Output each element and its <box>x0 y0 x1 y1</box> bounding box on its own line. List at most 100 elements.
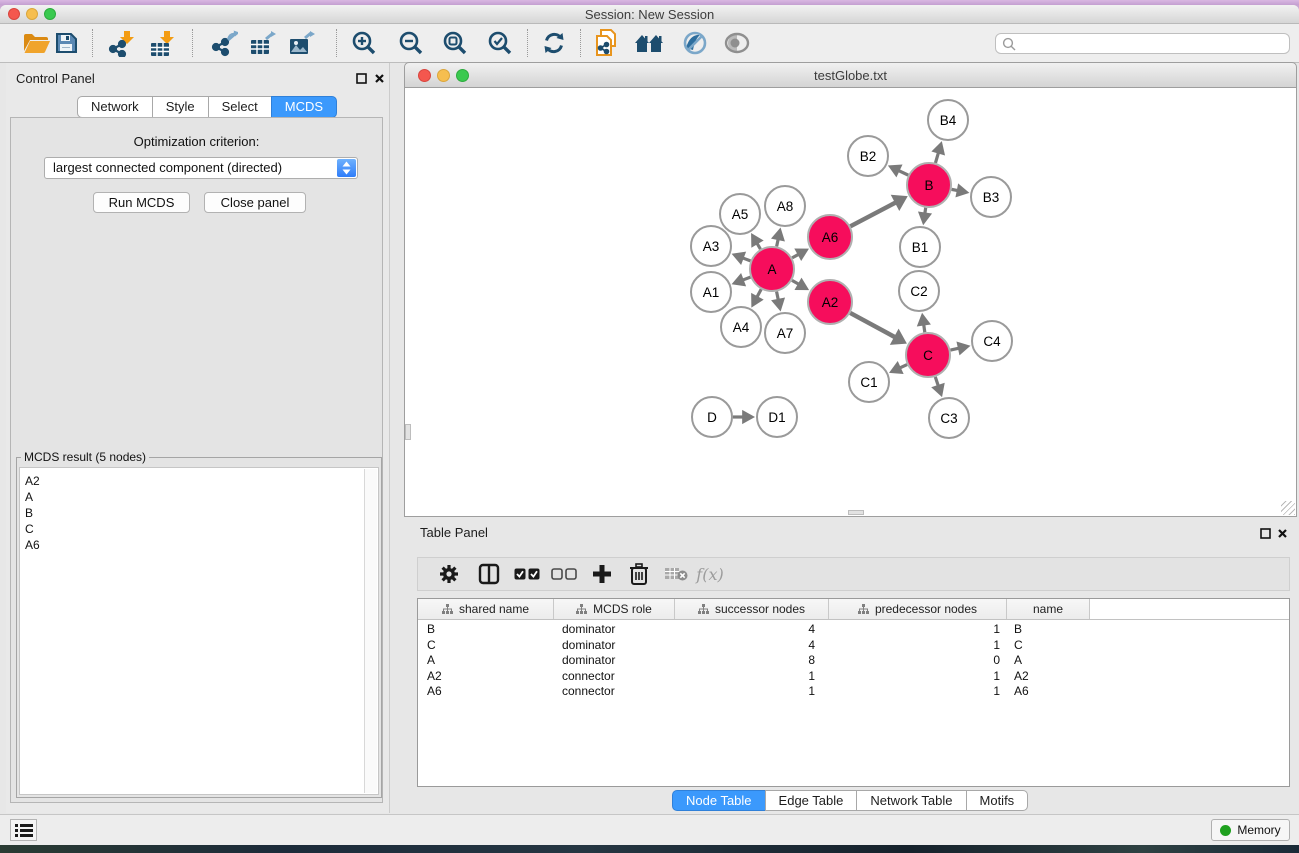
graph-node-C4[interactable]: C4 <box>972 321 1012 361</box>
graph-node-A5[interactable]: A5 <box>720 194 760 234</box>
zoom-in-button[interactable] <box>347 26 381 60</box>
search-input[interactable] <box>1020 35 1285 52</box>
minimize-window-button[interactable] <box>26 8 38 20</box>
table-cell[interactable]: 1 <box>829 622 1007 638</box>
tab-node-table[interactable]: Node Table <box>672 790 766 811</box>
import-table-button[interactable] <box>143 26 177 60</box>
graph-edge[interactable] <box>757 289 761 297</box>
graph-edge[interactable] <box>792 254 798 258</box>
mcds-result-scrollbar[interactable] <box>364 469 377 793</box>
graph-edge[interactable] <box>935 152 938 162</box>
graph-edge[interactable] <box>743 258 751 261</box>
graph-edge[interactable] <box>792 280 799 284</box>
select-stepper[interactable] <box>337 159 356 177</box>
table-cell[interactable]: A <box>418 653 554 669</box>
export-table-button[interactable] <box>245 26 279 60</box>
graph-node-A3[interactable]: A3 <box>691 226 731 266</box>
graph-node-B1[interactable]: B1 <box>900 227 940 267</box>
table-cell[interactable]: 1 <box>675 684 829 700</box>
graph-node-A4[interactable]: A4 <box>721 307 761 347</box>
graph-node-C1[interactable]: C1 <box>849 362 889 402</box>
resize-grip[interactable] <box>1281 501 1295 515</box>
network-zoom-button[interactable] <box>456 69 469 82</box>
network-close-button[interactable] <box>418 69 431 82</box>
main-titlebar[interactable]: Session: New Session <box>0 5 1299 24</box>
import-network-button[interactable] <box>103 26 137 60</box>
zoom-fit-button[interactable] <box>438 26 472 60</box>
export-network-button[interactable] <box>207 26 241 60</box>
graph-edge[interactable] <box>924 325 925 333</box>
graph-node-A7[interactable]: A7 <box>765 313 805 353</box>
table-cell[interactable]: connector <box>554 669 675 685</box>
network-graph[interactable]: AA1A2A3A4A5A6A7A8BB1B2B3B4CC1C2C3C4DD1 <box>405 88 1296 516</box>
memory-button[interactable]: Memory <box>1211 819 1290 841</box>
graph-edge[interactable] <box>757 243 760 249</box>
column-header-successor-nodes[interactable]: successor nodes <box>675 599 829 619</box>
delete-column-button[interactable] <box>624 560 654 588</box>
graph-edge[interactable] <box>899 171 909 176</box>
graph-edge[interactable] <box>777 292 779 300</box>
graph-node-A8[interactable]: A8 <box>765 186 805 226</box>
table-cell[interactable]: A6 <box>1007 684 1090 700</box>
table-cell[interactable]: A6 <box>418 684 554 700</box>
table-cell[interactable]: B <box>1007 622 1090 638</box>
table-cell[interactable]: 0 <box>829 653 1007 669</box>
home-button[interactable] <box>632 26 666 60</box>
hide-graphics-details-button[interactable] <box>676 26 710 60</box>
criterion-select[interactable]: largest connected component (directed) <box>44 157 358 179</box>
table-row[interactable]: A2connector11A2 <box>418 669 1289 685</box>
graph-node-B[interactable]: B <box>907 163 951 207</box>
mcds-result-item[interactable]: C <box>25 521 378 537</box>
graph-node-A2[interactable]: A2 <box>808 280 852 324</box>
table-settings-button[interactable] <box>434 560 464 588</box>
network-minimize-button[interactable] <box>437 69 450 82</box>
open-session-button[interactable] <box>19 26 53 60</box>
graph-edge[interactable] <box>900 365 907 368</box>
table-float-button[interactable] <box>1259 527 1271 539</box>
table-cell[interactable]: 1 <box>829 638 1007 654</box>
deselect-all-button[interactable] <box>549 560 579 588</box>
save-session-button[interactable] <box>49 26 83 60</box>
graph-node-B3[interactable]: B3 <box>971 177 1011 217</box>
tab-motifs[interactable]: Motifs <box>966 790 1029 811</box>
graph-node-A1[interactable]: A1 <box>691 272 731 312</box>
zoom-window-button[interactable] <box>44 8 56 20</box>
table-cell[interactable]: A <box>1007 653 1090 669</box>
graph-node-A6[interactable]: A6 <box>808 215 852 259</box>
show-columns-button[interactable] <box>474 560 504 588</box>
mcds-result-item[interactable]: A2 <box>25 473 378 489</box>
table-cell[interactable]: B <box>418 622 554 638</box>
network-window-titlebar[interactable]: testGlobe.txt <box>404 62 1297 88</box>
mcds-result-item[interactable]: A6 <box>25 537 378 553</box>
tab-network[interactable]: Network <box>77 96 153 118</box>
column-header-mcds-role[interactable]: MCDS role <box>554 599 675 619</box>
graph-edge[interactable] <box>743 277 751 280</box>
table-row[interactable]: Adominator80A <box>418 653 1289 669</box>
graph-node-B4[interactable]: B4 <box>928 100 968 140</box>
table-cell[interactable]: 4 <box>675 622 829 638</box>
graph-edge[interactable] <box>950 348 958 350</box>
column-header-predecessor-nodes[interactable]: predecessor nodes <box>829 599 1007 619</box>
apply-function-button[interactable]: f(x) <box>695 560 725 588</box>
tab-style[interactable]: Style <box>152 96 209 118</box>
add-column-button[interactable] <box>587 560 617 588</box>
table-close-button[interactable] <box>1276 527 1288 539</box>
table-row[interactable]: Bdominator41B <box>418 622 1289 638</box>
tab-network-table[interactable]: Network Table <box>856 790 966 811</box>
zoom-selected-button[interactable] <box>483 26 517 60</box>
table-cell[interactable]: A2 <box>418 669 554 685</box>
tab-edge-table[interactable]: Edge Table <box>765 790 858 811</box>
graph-node-B2[interactable]: B2 <box>848 136 888 176</box>
column-header-name[interactable]: name <box>1007 599 1090 619</box>
graph-node-C[interactable]: C <box>906 333 950 377</box>
table-row[interactable]: A6connector11A6 <box>418 684 1289 700</box>
table-cell[interactable]: dominator <box>554 638 675 654</box>
graph-node-D1[interactable]: D1 <box>757 397 797 437</box>
close-panel-button[interactable] <box>373 72 385 84</box>
close-panel-action-button[interactable]: Close panel <box>204 192 306 213</box>
tab-mcds[interactable]: MCDS <box>271 96 337 118</box>
graph-node-C2[interactable]: C2 <box>899 271 939 311</box>
table-cell[interactable]: 8 <box>675 653 829 669</box>
graph-node-D[interactable]: D <box>692 397 732 437</box>
close-window-button[interactable] <box>8 8 20 20</box>
